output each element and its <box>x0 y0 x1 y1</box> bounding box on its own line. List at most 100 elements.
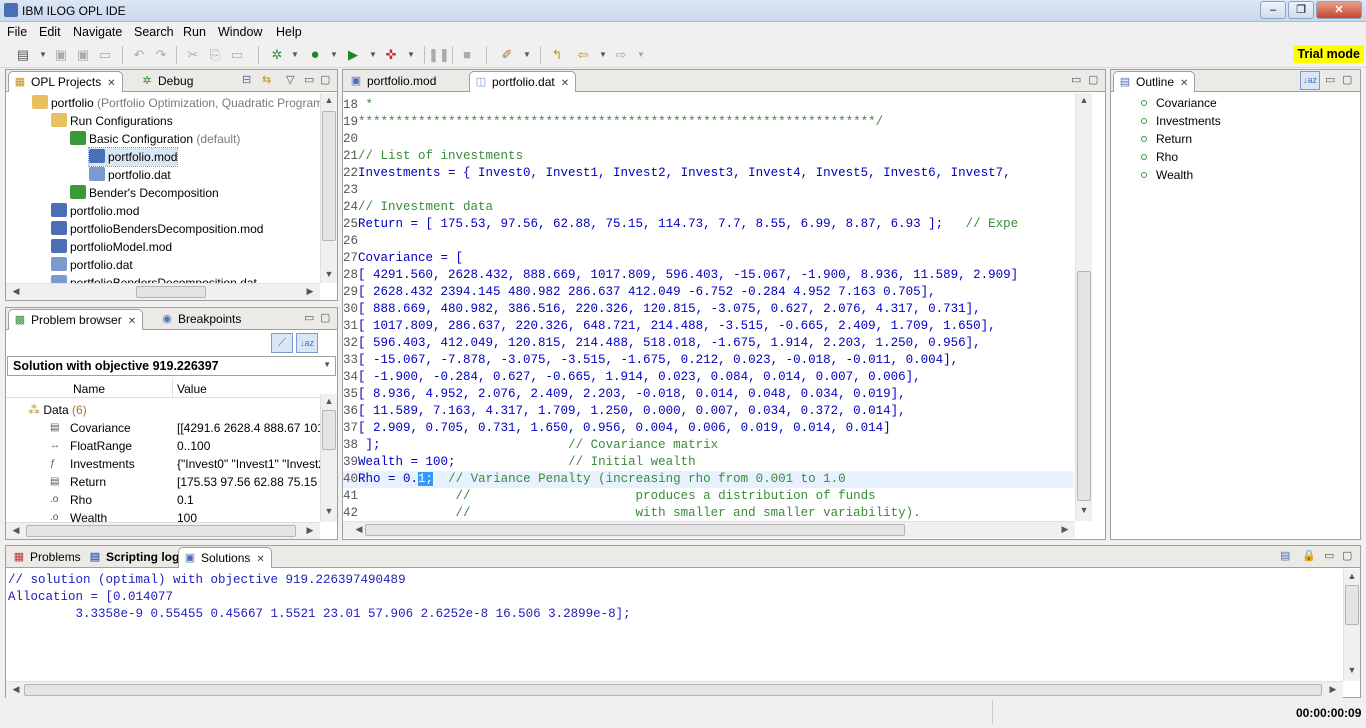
tree-item[interactable]: Bender's Decomposition <box>70 184 219 202</box>
tree-item[interactable]: portfolio.dat <box>89 166 171 184</box>
browser-hscroll[interactable]: ◀ ▶ <box>6 522 320 539</box>
minimize-view-icon[interactable]: ▭ <box>1325 73 1335 86</box>
new-icon[interactable]: ▤ <box>14 46 32 64</box>
stop-icon[interactable]: ■ <box>458 46 476 64</box>
maximize-view-icon[interactable]: ▢ <box>1088 73 1098 86</box>
table-row[interactable]: ƒ Investments {"Invest0" "Invest1" "Invest… <box>6 455 320 473</box>
table-row[interactable]: ▤ Return [175.53 97.56 62.88 75.15 11 <box>6 473 320 491</box>
tab-solutions[interactable]: ▣ Solutions ✕ <box>178 547 272 568</box>
link-editor-icon[interactable]: ⇆ <box>262 73 271 86</box>
last-edit-icon[interactable]: ↰ <box>548 46 566 64</box>
data-group-row[interactable]: ⁂ Data (6) <box>28 401 87 419</box>
tree-item[interactable]: Run Configurations <box>51 112 173 130</box>
debug-run-icon[interactable]: ✲ <box>268 46 286 64</box>
tree-item[interactable]: portfolio.mod <box>87 147 179 167</box>
maximize-button[interactable]: ❐ <box>1288 1 1314 19</box>
back-icon[interactable]: ⇦ <box>574 46 592 64</box>
close-button[interactable]: ✕ <box>1316 1 1362 19</box>
outline-item[interactable]: Wealth <box>1141 166 1193 184</box>
pin-dropdown-icon[interactable]: ▼ <box>518 46 536 64</box>
outline-item[interactable]: Return <box>1141 130 1192 148</box>
paste-icon[interactable]: ▭ <box>228 46 246 64</box>
console-vscroll[interactable]: ▲ ▼ <box>1343 569 1360 681</box>
tab-problem-browser[interactable]: ▩ Problem browser ✕ <box>8 309 144 330</box>
maximize-view-icon[interactable]: ▢ <box>1342 73 1352 86</box>
close-tab-icon[interactable]: ✕ <box>128 316 136 327</box>
console-hscroll[interactable]: ◀ ▶ <box>6 681 1343 698</box>
scroll-lock-icon[interactable]: 🔒 <box>1302 549 1316 562</box>
close-tab-icon[interactable]: ✕ <box>1180 78 1188 89</box>
tab-portfolio-dat[interactable]: ◫ portfolio.dat ✕ <box>469 71 577 92</box>
clear-console-icon[interactable]: ▤ <box>1280 549 1290 562</box>
filter-toggle-icon[interactable]: ⟋ <box>271 333 293 353</box>
menu-run[interactable]: Run <box>183 25 206 39</box>
menu-file[interactable]: File <box>7 25 27 39</box>
tree-item[interactable]: portfolioModel.mod <box>51 238 172 256</box>
close-tab-icon[interactable]: ✕ <box>107 78 115 89</box>
outline-item[interactable]: Investments <box>1141 112 1221 130</box>
run-config-dropdown-icon[interactable]: ▼ <box>364 46 382 64</box>
outline-item[interactable]: Rho <box>1141 148 1178 166</box>
redo-icon[interactable]: ↷ <box>152 46 170 64</box>
tree-item[interactable]: portfolio.mod <box>51 202 139 220</box>
solutions-console[interactable]: // solution (optimal) with objective 919… <box>8 572 1338 677</box>
debug-dropdown-icon[interactable]: ▼ <box>286 46 304 64</box>
copy-icon[interactable]: ⎘ <box>206 46 224 64</box>
table-row[interactable]: ▤ Covariance [[4291.6 2628.4 888.67 1017. <box>6 419 320 437</box>
projects-vscroll[interactable]: ▲ ▼ <box>320 93 337 283</box>
minimize-view-icon[interactable]: ▭ <box>304 311 314 324</box>
external-run-icon[interactable]: ✜ <box>382 46 400 64</box>
menu-navigate[interactable]: Navigate <box>73 25 122 39</box>
solution-selector[interactable]: Solution with objective 919.226397 ▼ <box>7 356 336 376</box>
maximize-view-icon[interactable]: ▢ <box>320 73 330 86</box>
table-row[interactable]: .o Wealth 100 <box>6 509 320 522</box>
new-dropdown-icon[interactable]: ▼ <box>34 46 52 64</box>
column-name[interactable]: Name <box>73 382 105 396</box>
minimize-view-icon[interactable]: ▭ <box>1071 73 1081 86</box>
menu-search[interactable]: Search <box>134 25 174 39</box>
tab-portfolio-mod[interactable]: ▣ portfolio.mod <box>345 71 442 92</box>
external-dropdown-icon[interactable]: ▼ <box>402 46 420 64</box>
menu-edit[interactable]: Edit <box>39 25 61 39</box>
minimize-button[interactable]: – <box>1260 1 1286 19</box>
tab-outline[interactable]: ▤ Outline ✕ <box>1113 71 1196 92</box>
collapse-all-icon[interactable]: ⊟ <box>242 73 251 86</box>
editor-hscroll[interactable]: ◀ ▶ <box>343 521 1075 538</box>
tab-opl-projects[interactable]: ▦ OPL Projects ✕ <box>8 71 123 92</box>
print-icon[interactable]: ▭ <box>96 46 114 64</box>
minimize-view-icon[interactable]: ▭ <box>304 73 314 86</box>
maximize-view-icon[interactable]: ▢ <box>1342 549 1352 562</box>
run-icon[interactable]: ● <box>306 46 324 64</box>
back-dropdown-icon[interactable]: ▼ <box>594 46 612 64</box>
run-dropdown-icon[interactable]: ▼ <box>325 46 343 64</box>
table-row[interactable]: .o Rho 0.1 <box>6 491 320 509</box>
tree-item[interactable]: Basic Configuration (default) <box>70 130 240 148</box>
run-config-icon[interactable]: ▶ <box>344 46 362 64</box>
tab-problems[interactable]: ▦ Problems <box>8 547 87 568</box>
maximize-view-icon[interactable]: ▢ <box>320 311 330 324</box>
minimize-view-icon[interactable]: ▭ <box>1324 549 1334 562</box>
code-editor[interactable]: 18 * 19**********************************… <box>343 97 1074 521</box>
tree-item[interactable]: portfolio.dat <box>51 256 133 274</box>
cut-icon[interactable]: ✂ <box>184 46 202 64</box>
tab-scripting-log[interactable]: ▤ Scripting log <box>84 547 185 568</box>
view-menu-icon[interactable]: ▽ <box>286 73 294 86</box>
pause-icon[interactable]: ❚❚ <box>428 46 450 64</box>
forward-icon[interactable]: ⇨ <box>612 46 630 64</box>
menu-window[interactable]: Window <box>218 25 262 39</box>
tab-breakpoints[interactable]: ◉ Breakpoints <box>156 309 247 330</box>
close-tab-icon[interactable]: ✕ <box>561 78 569 89</box>
table-row[interactable]: ↔ FloatRange 0..100 <box>6 437 320 455</box>
tab-debug[interactable]: ✲ Debug <box>136 71 199 92</box>
tree-item[interactable]: portfolio (Portfolio Optimization, Quadr… <box>32 94 320 112</box>
tree-item[interactable]: portfolioBendersDecomposition.dat <box>51 274 257 283</box>
save-icon[interactable]: ▣ <box>52 46 70 64</box>
tree-item[interactable]: portfolioBendersDecomposition.mod <box>51 220 263 238</box>
undo-icon[interactable]: ↶ <box>130 46 148 64</box>
column-value[interactable]: Value <box>177 382 207 396</box>
browser-vscroll[interactable]: ▲ ▼ <box>320 394 337 522</box>
projects-hscroll[interactable]: ◀ ▶ <box>6 283 320 300</box>
save-all-icon[interactable]: ▣ <box>74 46 92 64</box>
sort-az-icon[interactable]: ↓az <box>1300 71 1320 90</box>
editor-vscroll[interactable]: ▲ ▼ <box>1075 93 1092 521</box>
